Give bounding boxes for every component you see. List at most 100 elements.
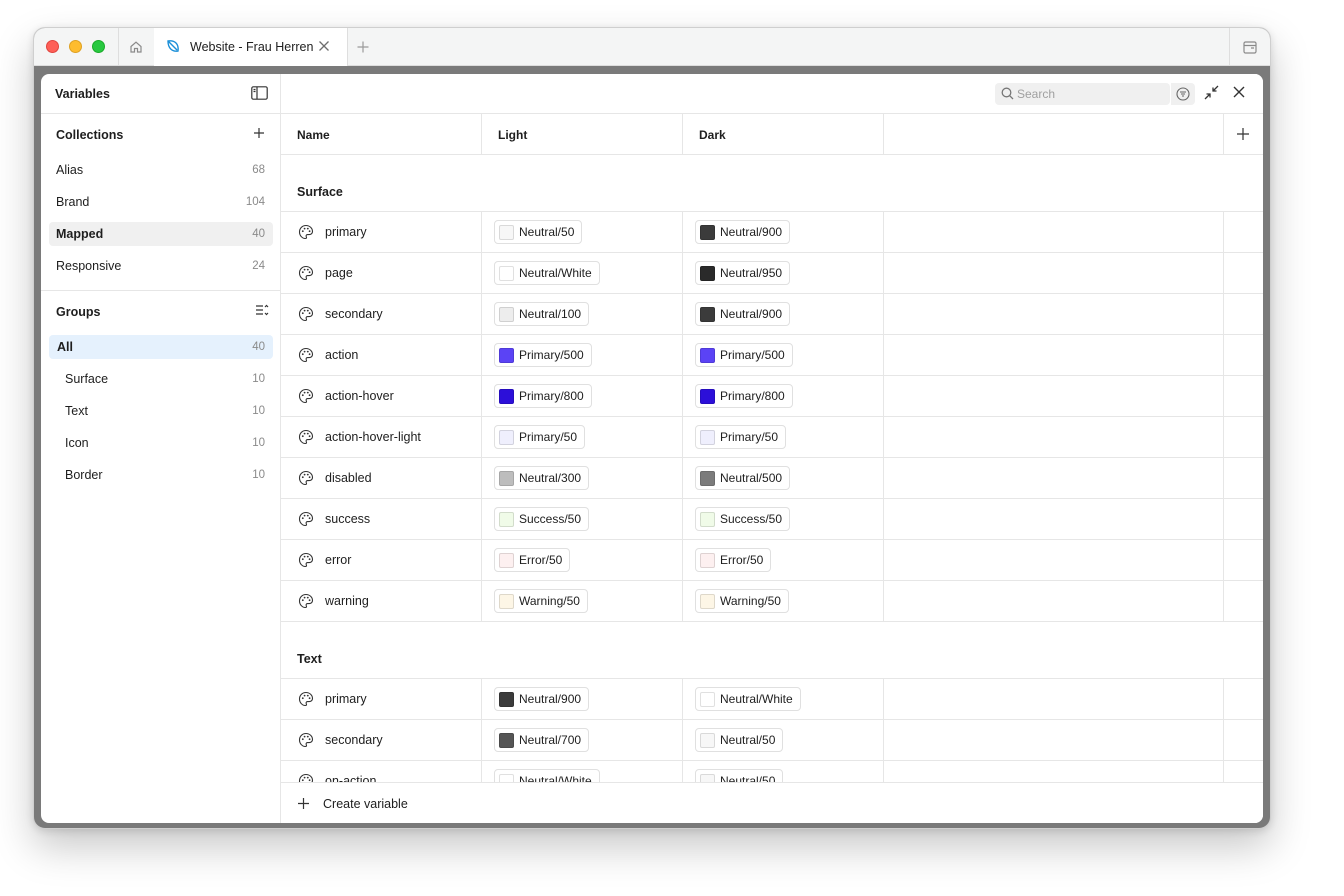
titlebar-divider [347,28,348,66]
dark-value-chip[interactable]: Success/50 [695,507,791,531]
variable-row[interactable]: error Error/50 Error/50 [281,540,1263,581]
variable-name[interactable]: primary [325,225,367,239]
variable-row[interactable]: disabled Neutral/300 Neutral/500 [281,458,1263,499]
variable-row[interactable]: page Neutral/White Neutral/950 [281,253,1263,294]
light-value-chip[interactable]: Primary/50 [494,425,586,449]
light-value-chip[interactable]: Neutral/700 [494,728,590,752]
toggle-sidebar-icon[interactable] [251,86,268,100]
variable-row[interactable]: secondary Neutral/700 Neutral/50 [281,720,1263,761]
group-item-text[interactable]: Text 10 [49,399,273,423]
variable-name[interactable]: disabled [325,471,372,485]
maximize-window-button[interactable] [92,40,105,53]
add-mode-icon[interactable] [1236,127,1250,141]
collection-label: Brand [56,195,90,209]
dark-value-chip[interactable]: Warning/50 [695,589,789,613]
collection-item-responsive[interactable]: Responsive 24 [49,254,273,278]
variable-name[interactable]: warning [325,594,369,608]
variable-name[interactable]: secondary [325,307,383,321]
dark-value-chip[interactable]: Neutral/950 [695,261,791,285]
chip-label: Primary/500 [720,348,785,362]
home-icon [130,41,142,53]
collections-title: Collections [56,128,124,142]
cell-divider [481,417,482,457]
group-item-border[interactable]: Border 10 [49,463,273,487]
light-value-chip[interactable]: Warning/50 [494,589,588,613]
variable-name[interactable]: action-hover-light [325,430,421,444]
dark-value-chip[interactable]: Primary/50 [695,425,787,449]
dark-value-chip[interactable]: Neutral/50 [695,728,784,752]
browser-tab[interactable]: Website - Frau Herren [154,28,347,66]
light-value-chip[interactable]: Neutral/White [494,261,600,285]
light-value-chip[interactable]: Primary/800 [494,384,592,408]
dark-value-chip[interactable]: Neutral/50 [695,769,784,782]
variable-row[interactable]: success Success/50 Success/50 [281,499,1263,540]
variable-row[interactable]: action Primary/500 Primary/500 [281,335,1263,376]
group-item-all[interactable]: All 40 [49,335,273,359]
cell-divider [1223,335,1224,375]
home-button[interactable] [118,28,154,66]
variable-name[interactable]: on-action [325,774,376,782]
variable-row[interactable]: warning Warning/50 Warning/50 [281,581,1263,622]
dark-value-chip[interactable]: Primary/500 [695,343,793,367]
variable-name[interactable]: error [325,553,351,567]
collapse-icon[interactable] [1204,85,1219,100]
dark-value-chip[interactable]: Neutral/900 [695,302,791,326]
dark-value-chip[interactable]: Error/50 [695,548,772,572]
variable-name[interactable]: success [325,512,370,526]
light-value-chip[interactable]: Neutral/White [494,769,600,782]
variable-row[interactable]: primary Neutral/900 Neutral/White [281,679,1263,720]
column-header-dark[interactable]: Dark [699,128,726,142]
group-item-icon[interactable]: Icon 10 [49,431,273,455]
variable-row[interactable]: action-hover-light Primary/50 Primary/50 [281,417,1263,458]
light-value-chip[interactable]: Neutral/50 [494,220,583,244]
close-window-button[interactable] [46,40,59,53]
collection-item-brand[interactable]: Brand 104 [49,190,273,214]
color-swatch [499,691,514,707]
light-value-chip[interactable]: Error/50 [494,548,571,572]
group-item-surface[interactable]: Surface 10 [49,367,273,391]
cell-divider [682,540,683,580]
dark-value-chip[interactable]: Neutral/900 [695,220,791,244]
search-input[interactable] [1017,86,1157,102]
search-box[interactable] [995,83,1170,105]
chip-label: Primary/500 [519,348,584,362]
variable-name[interactable]: secondary [325,733,383,747]
variable-name[interactable]: primary [325,692,367,706]
light-value-chip[interactable]: Neutral/900 [494,687,590,711]
color-swatch [499,552,514,568]
close-icon[interactable] [1233,86,1245,98]
light-value-chip[interactable]: Success/50 [494,507,590,531]
sort-groups-icon[interactable] [255,304,269,317]
close-tab-icon[interactable] [318,40,330,52]
cell-divider [1223,499,1224,539]
column-header-light[interactable]: Light [498,128,527,142]
variable-row[interactable]: action-hover Primary/800 Primary/800 [281,376,1263,417]
light-value-chip[interactable]: Primary/500 [494,343,592,367]
collection-item-alias[interactable]: Alias 68 [49,158,273,182]
dark-value-chip[interactable]: Neutral/500 [695,466,791,490]
variable-row[interactable]: on-action Neutral/White Neutral/50 [281,761,1263,782]
group-count: 10 [252,437,265,449]
light-value-chip[interactable]: Neutral/100 [494,302,590,326]
variable-row[interactable]: secondary Neutral/100 Neutral/900 [281,294,1263,335]
minimize-window-button[interactable] [69,40,82,53]
create-variable-button[interactable]: Create variable [323,797,408,811]
filter-button[interactable] [1171,83,1195,105]
palette-icon [298,773,314,782]
collection-item-mapped[interactable]: Mapped 40 [49,222,273,246]
dark-value-chip[interactable]: Primary/800 [695,384,793,408]
add-collection-icon[interactable] [253,127,265,139]
light-value-chip[interactable]: Neutral/300 [494,466,590,490]
dark-value-chip[interactable]: Neutral/White [695,687,801,711]
sidebar-panel-button[interactable] [1229,28,1270,66]
group-count: 10 [252,469,265,481]
plus-icon[interactable] [297,797,310,810]
variable-row[interactable]: primary Neutral/50 Neutral/900 [281,212,1263,253]
color-swatch [499,429,514,445]
new-tab-icon[interactable] [356,40,370,54]
group-count: 40 [252,341,265,353]
variable-name[interactable]: action [325,348,358,362]
variable-name[interactable]: action-hover [325,389,394,403]
color-swatch [499,388,514,404]
variable-name[interactable]: page [325,266,353,280]
